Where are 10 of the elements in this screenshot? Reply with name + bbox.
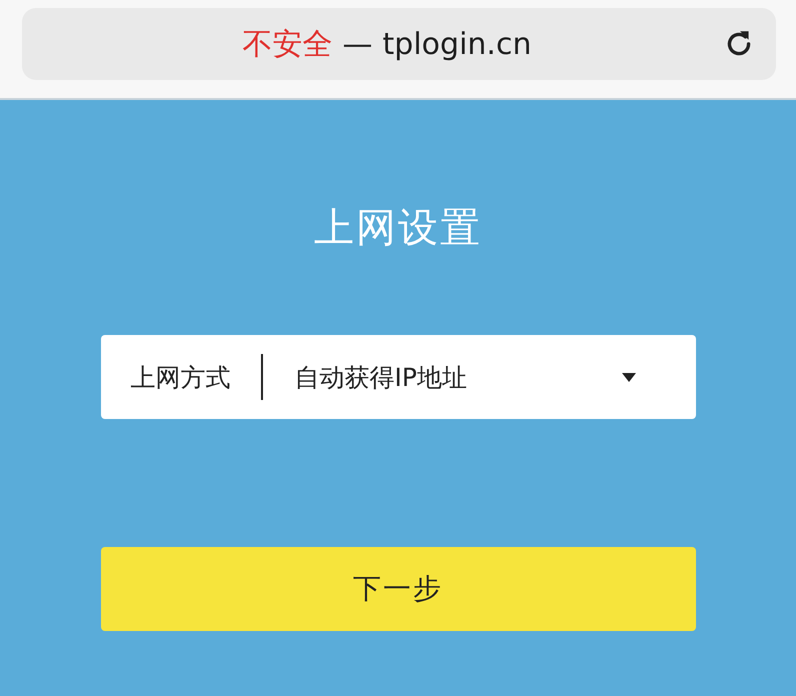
select-value: 自动获得IP地址 [294,362,468,394]
connection-type-select[interactable]: 上网方式 自动获得IP地址 [100,335,696,419]
page-title: 上网设置 [314,204,482,253]
next-button[interactable]: 下一步 [100,547,696,631]
url-text: tplogin.cn [382,26,532,62]
separator: — [342,26,373,62]
field-label: 上网方式 [130,362,230,394]
caret-icon [622,372,636,382]
security-label: 不安全 [242,26,333,64]
address-bar[interactable]: 不安全 — tplogin.cn [22,8,776,80]
